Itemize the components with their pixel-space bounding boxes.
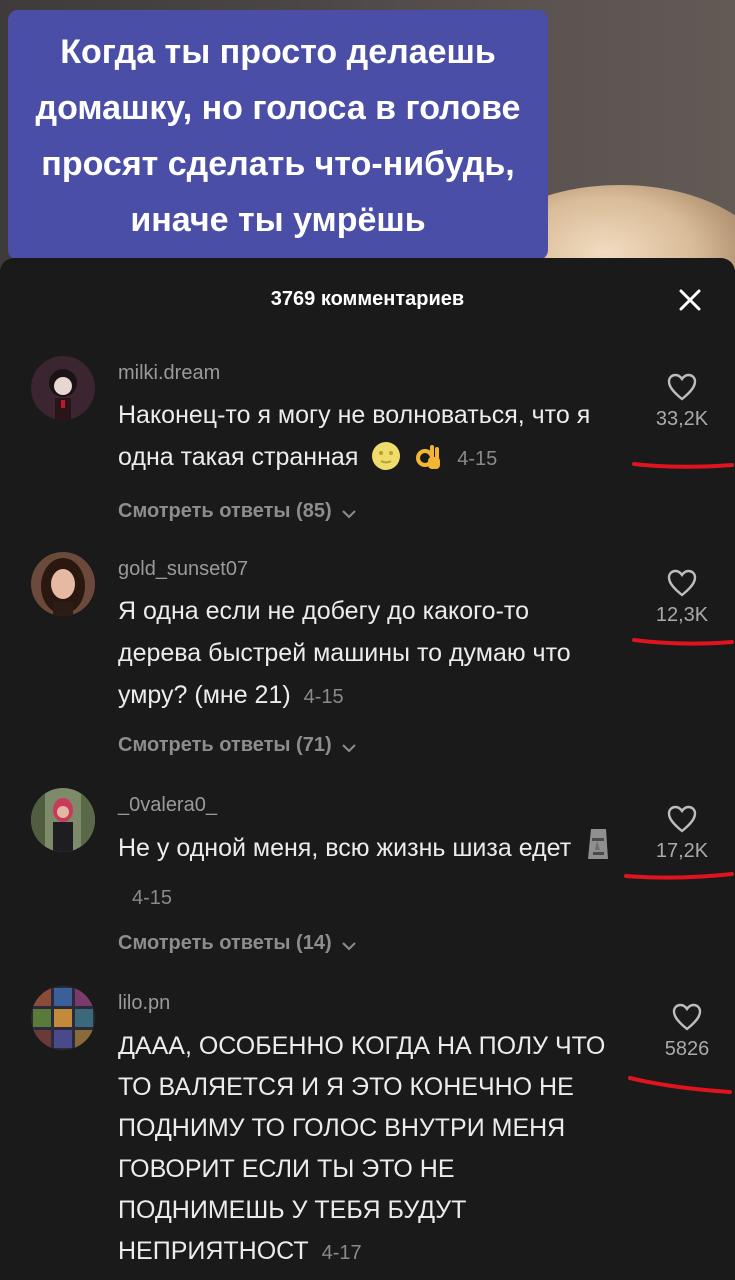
avatar[interactable]	[31, 986, 95, 1050]
like-count: 33,2K	[655, 408, 709, 430]
close-button[interactable]	[672, 282, 708, 318]
view-replies-label: Смотреть ответы (14)	[118, 932, 332, 954]
like-count: 5826	[664, 1038, 710, 1060]
red-underline-annotation	[624, 872, 734, 880]
avatar[interactable]	[31, 356, 95, 420]
video-background[interactable]: Когда ты просто делаешь домашку, но голо…	[0, 0, 735, 270]
like-button[interactable]: 17,2K	[637, 804, 727, 863]
comment-text: Не у одной меня, всю жизнь шиза едет 4-1…	[118, 826, 618, 919]
comment-date: 4-17	[321, 1242, 362, 1264]
comment-text: Наконец-то я могу не волноваться, что я …	[118, 394, 618, 484]
comment-username[interactable]: milki.dream	[118, 362, 220, 385]
view-replies-label: Смотреть ответы (71)	[118, 734, 332, 756]
chevron-down-icon	[342, 510, 356, 519]
close-icon	[679, 289, 701, 311]
view-replies-button[interactable]: Смотреть ответы (14)	[118, 932, 357, 955]
comment-date: 4-15	[457, 448, 498, 470]
like-button[interactable]: 33,2K	[637, 372, 727, 431]
view-replies-button[interactable]: Смотреть ответы (71)	[118, 734, 357, 757]
chevron-down-icon	[342, 942, 356, 951]
view-replies-label: Смотреть ответы (85)	[118, 500, 332, 522]
heart-icon	[667, 805, 697, 833]
view-replies-button[interactable]: Смотреть ответы (85)	[118, 500, 357, 523]
comment-body: ДААА, ОСОБЕННО КОГДА НА ПОЛУ ЧТО ТО ВАЛЯ…	[118, 1032, 606, 1265]
comment-date: 4-15	[132, 887, 173, 909]
video-caption: Когда ты просто делаешь домашку, но голо…	[8, 10, 548, 260]
chevron-down-icon	[342, 744, 356, 753]
red-underline-annotation	[632, 462, 734, 469]
comment-body: Наконец-то я могу не волноваться, что я …	[118, 401, 591, 471]
avatar[interactable]	[31, 788, 95, 852]
comment-text: ДААА, ОСОБЕННО КОГДА НА ПОЛУ ЧТО ТО ВАЛЯ…	[118, 1026, 618, 1274]
comment-body: Не у одной меня, всю жизнь шиза едет	[118, 834, 572, 862]
comments-count-title: 3769 комментариев	[270, 288, 465, 310]
avatar[interactable]	[31, 552, 95, 616]
comments-sheet: 3769 комментариев milki.dream Наконец-то…	[0, 258, 735, 1280]
comment-text: Я одна если не добегу до какого-то дерев…	[118, 590, 618, 718]
ok-hand-emoji	[414, 441, 444, 484]
comment-username[interactable]: gold_sunset07	[118, 558, 248, 581]
comment-username[interactable]: _0valera0_	[118, 794, 217, 817]
comment-date: 4-15	[303, 686, 344, 708]
like-count: 12,3K	[655, 604, 709, 626]
comment-body: Я одна если не добегу до какого-то дерев…	[118, 597, 571, 709]
moai-emoji	[584, 826, 612, 875]
like-button[interactable]: 5826	[642, 1002, 732, 1061]
red-underline-annotation	[628, 1076, 732, 1094]
heart-icon	[672, 1003, 702, 1031]
like-button[interactable]: 12,3K	[637, 568, 727, 627]
heart-icon	[667, 569, 697, 597]
red-underline-annotation	[632, 638, 734, 646]
like-count: 17,2K	[655, 840, 709, 862]
comment-username[interactable]: lilo.pn	[118, 992, 170, 1015]
moon-face-emoji	[371, 441, 401, 484]
heart-icon	[667, 373, 697, 401]
